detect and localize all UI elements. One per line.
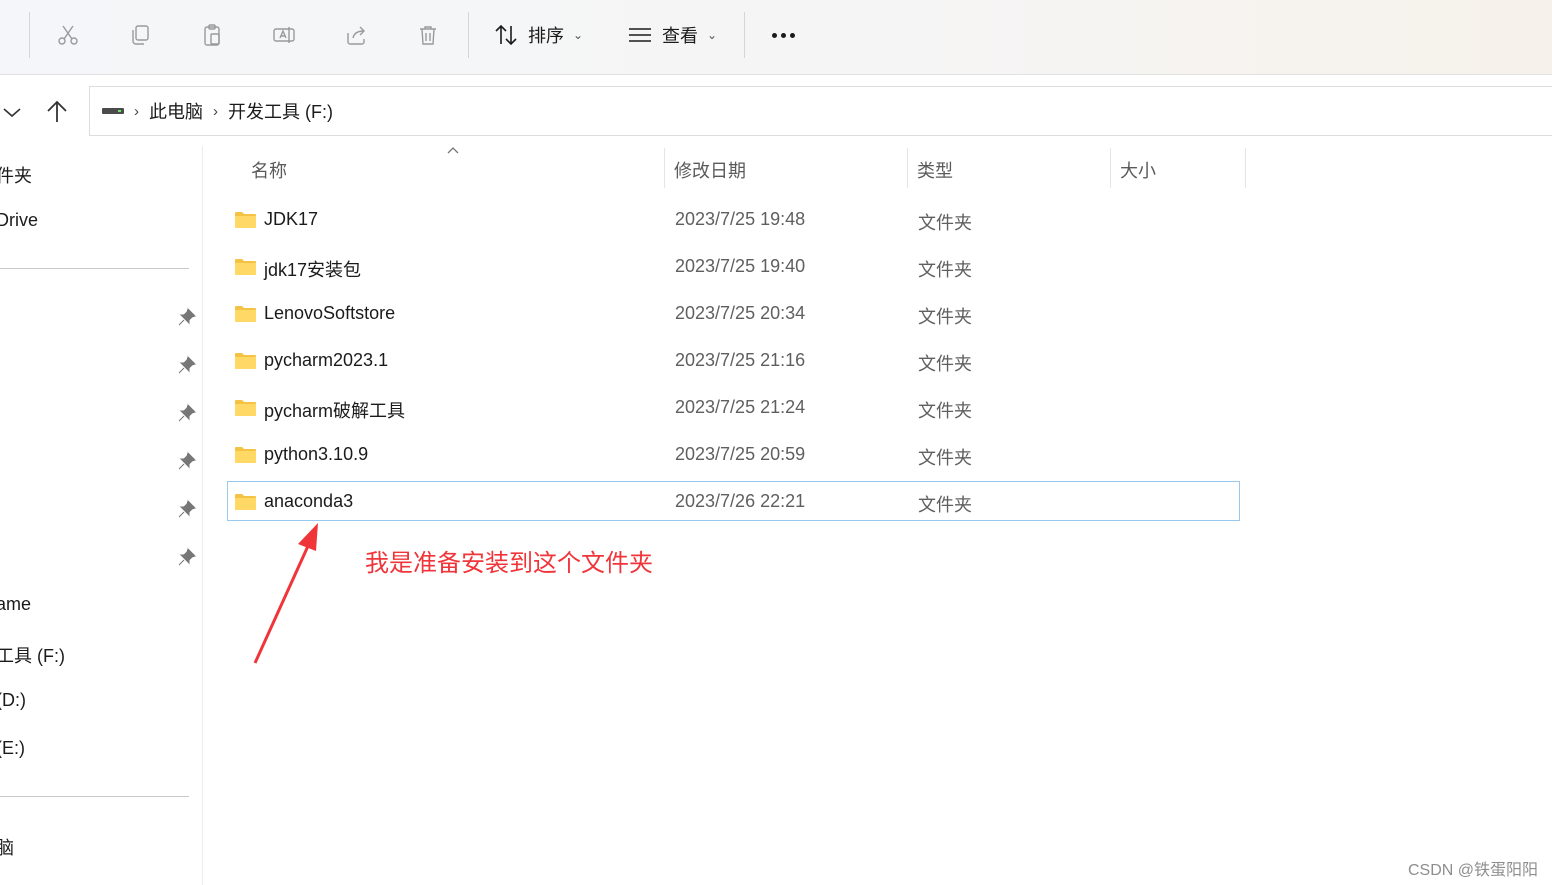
file-type: 文件夹 [918, 448, 972, 468]
column-divider[interactable] [1245, 148, 1246, 188]
file-modified: 2023/7/26 22:21 [675, 491, 806, 511]
command-bar: 排序 ⌄ 查看 ⌄ [0, 0, 1552, 75]
more-icon[interactable] [766, 22, 800, 48]
column-divider[interactable] [1110, 148, 1111, 188]
annotation-text: 我是准备安装到这个文件夹 [365, 550, 653, 577]
sidebar-item-drive-e[interactable]: (E:) [0, 738, 25, 759]
chevron-down-icon: ⌄ [573, 28, 584, 42]
share-icon[interactable] [338, 17, 374, 53]
file-row-selected[interactable]: anaconda3 2023/7/26 22:21 文件夹 [227, 481, 1240, 521]
column-header-name[interactable]: 名称 [251, 157, 287, 183]
file-type: 文件夹 [918, 260, 972, 280]
column-header-size[interactable]: 大小 [1120, 157, 1156, 183]
sidebar-item-folder[interactable]: 件夹 [0, 162, 32, 188]
pin-icon [178, 452, 196, 470]
file-type: 文件夹 [918, 401, 972, 421]
delete-icon[interactable] [410, 17, 446, 53]
folder-icon [235, 259, 256, 275]
file-row[interactable]: pycharm2023.1 2023/7/25 21:16 文件夹 [227, 340, 1240, 380]
up-arrow-icon[interactable] [44, 99, 70, 125]
file-name: pycharm2023.1 [264, 350, 389, 370]
file-name: anaconda3 [264, 491, 354, 511]
paste-icon[interactable] [194, 17, 230, 53]
toolbar-divider [29, 12, 30, 58]
column-header-type[interactable]: 类型 [917, 157, 953, 183]
file-type: 文件夹 [918, 354, 972, 374]
chevron-down-icon: ⌄ [707, 28, 718, 42]
pin-icon [178, 500, 196, 518]
folder-icon [235, 400, 256, 416]
sort-icon [495, 24, 517, 46]
sidebar-divider [0, 796, 189, 797]
chevron-right-icon[interactable]: › [213, 103, 218, 120]
pin-icon [178, 548, 196, 566]
folder-icon [235, 212, 256, 228]
sidebar-item-this-pc[interactable]: 脑 [0, 834, 14, 860]
file-row[interactable]: JDK17 2023/7/25 19:48 文件夹 [227, 199, 1240, 239]
rename-icon[interactable] [266, 17, 302, 53]
file-type: 文件夹 [918, 495, 972, 515]
file-row[interactable]: python3.10.9 2023/7/25 20:59 文件夹 [227, 434, 1240, 474]
toolbar-divider [468, 12, 469, 58]
file-row[interactable]: LenovoSoftstore 2023/7/25 20:34 文件夹 [227, 293, 1240, 333]
view-label: 查看 [662, 26, 698, 46]
pin-icon [178, 308, 196, 326]
file-modified: 2023/7/25 21:24 [675, 397, 806, 417]
file-modified: 2023/7/25 20:59 [675, 444, 806, 464]
file-name: pycharm破解工具 [264, 401, 406, 421]
sort-label: 排序 [528, 26, 564, 46]
copy-icon[interactable] [122, 17, 158, 53]
sort-button[interactable]: 排序 ⌄ [494, 22, 583, 48]
file-name: jdk17安装包 [264, 260, 362, 280]
sidebar-divider [0, 268, 189, 269]
file-modified: 2023/7/25 20:34 [675, 303, 806, 323]
file-row[interactable]: pycharm破解工具 2023/7/25 21:24 文件夹 [227, 387, 1240, 427]
pin-icon [178, 356, 196, 374]
address-bar[interactable]: › 此电脑 › 开发工具 (F:) [89, 86, 1552, 136]
file-modified: 2023/7/25 19:40 [675, 256, 806, 276]
sort-ascending-icon [447, 147, 459, 154]
file-modified: 2023/7/25 19:48 [675, 209, 806, 229]
column-header-modified[interactable]: 修改日期 [674, 157, 746, 183]
breadcrumb-drive-f[interactable]: 开发工具 (F:) [228, 98, 333, 124]
file-type: 文件夹 [918, 307, 972, 327]
folder-icon [235, 494, 256, 510]
navigation-pane: 件夹 Drive ame 工具 (F:) (D:) (E:) 脑 [0, 146, 203, 885]
toolbar-divider [744, 12, 745, 58]
sidebar-item-drive-d[interactable]: (D:) [0, 690, 26, 711]
sidebar-item-onedrive[interactable]: Drive [0, 210, 38, 231]
pin-icon [178, 404, 196, 422]
file-type: 文件夹 [918, 213, 972, 233]
file-name: LenovoSoftstore [264, 303, 396, 323]
folder-icon [235, 447, 256, 463]
watermark: CSDN @铁蛋阳阳 [1407, 862, 1538, 879]
breadcrumb-this-pc[interactable]: 此电脑 [149, 98, 203, 124]
sidebar-item-game[interactable]: ame [0, 594, 31, 615]
cut-icon[interactable] [50, 17, 86, 53]
column-divider[interactable] [664, 148, 665, 188]
annotation-arrow-icon [253, 523, 318, 664]
folder-icon [235, 306, 256, 322]
view-list-icon [629, 28, 651, 42]
column-divider[interactable] [907, 148, 908, 188]
recent-locations-chevron-icon[interactable] [0, 100, 24, 124]
sidebar-item-drive-f[interactable]: 工具 (F:) [0, 642, 65, 668]
file-name: JDK17 [264, 209, 319, 229]
file-modified: 2023/7/25 21:16 [675, 350, 806, 370]
drive-icon [102, 108, 124, 114]
chevron-right-icon[interactable]: › [134, 103, 139, 120]
folder-icon [235, 353, 256, 369]
view-button[interactable]: 查看 ⌄ [628, 22, 717, 48]
file-row[interactable]: jdk17安装包 2023/7/25 19:40 文件夹 [227, 246, 1240, 286]
file-name: python3.10.9 [264, 444, 369, 464]
